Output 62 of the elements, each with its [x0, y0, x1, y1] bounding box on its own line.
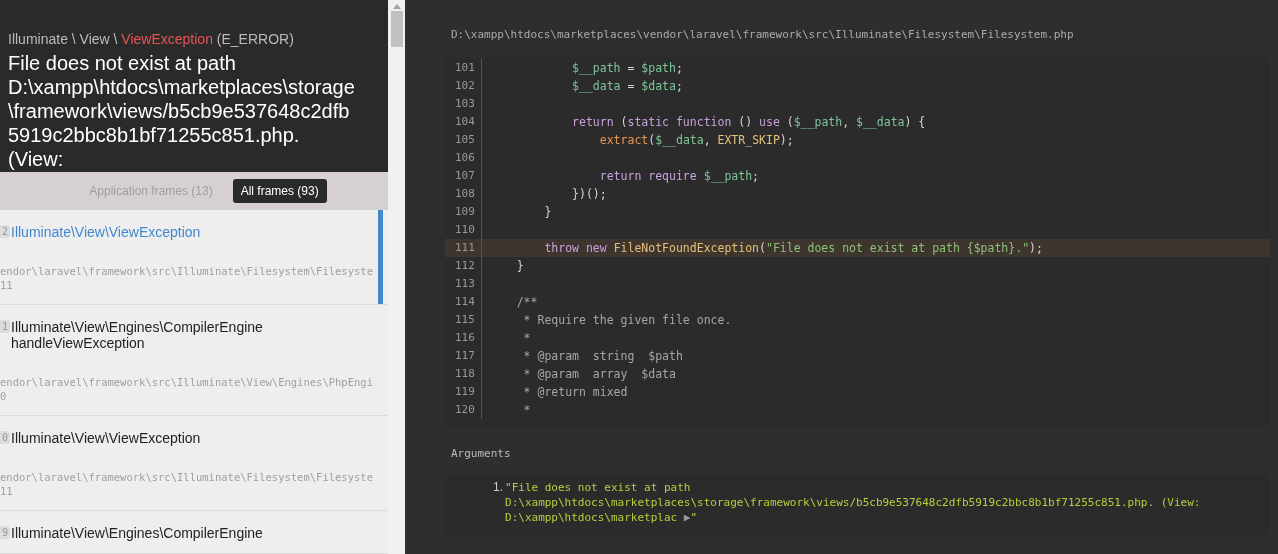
line-number: 113	[445, 275, 482, 293]
frame-path: endor\laravel\framework\src\Illuminate\Filesystem\Filesyste	[0, 264, 374, 278]
frame-line: 11	[0, 484, 14, 498]
code-line: extract($__data, EXTR_SKIP);	[598, 132, 794, 149]
exception-title: Illuminate \ View \ ViewException (E_ERROR)	[8, 30, 295, 48]
frames-tab[interactable]: All frames (93)	[232, 179, 327, 203]
code-line: return (static function () use ($__path, $__data) {	[571, 114, 926, 131]
argument-text: D:\xampp\htdocs\marketplac ▶"	[505, 510, 699, 525]
code-line: })();	[571, 186, 607, 203]
frame-path: endor\laravel\framework\src\Illuminate\View\Engines\PhpEngi	[0, 375, 374, 389]
code-line: $__path = $path;	[571, 60, 683, 77]
code-line: return require $__path;	[598, 168, 760, 185]
line-number: 112	[445, 257, 482, 275]
line-number: 116	[445, 329, 482, 347]
line-number: 106	[445, 149, 482, 167]
code-line: * @param string $path	[522, 348, 683, 365]
line-number: 103	[445, 95, 482, 113]
code-line: *	[522, 330, 531, 347]
code-line: }	[543, 204, 552, 221]
frame-method: handleViewException	[11, 335, 146, 351]
code-line: throw new FileNotFoundException("File does not exist at path {$path}.");	[543, 240, 1043, 257]
scroll-up-icon	[392, 4, 401, 9]
line-number: 115	[445, 311, 482, 329]
frame-number: 9	[0, 526, 11, 539]
code-line: /**	[515, 294, 538, 311]
line-number: 120	[445, 401, 482, 419]
frame-path: endor\laravel\framework\src\Illuminate\Filesystem\Filesyste	[0, 470, 374, 484]
code-line: *	[522, 402, 531, 419]
line-number: 105	[445, 131, 482, 149]
code-line: $__data = $data;	[571, 78, 683, 95]
line-number: 114	[445, 293, 482, 311]
frame-class: Illuminate\View\ViewException	[11, 430, 202, 446]
argument-text: D:\xampp\htdocs\marketplaces\storage\framework\views/b5cb9e537648c2dfb5919c2bbc8b1bf71255c851.php. (View:	[505, 495, 1201, 510]
code-line: }	[515, 258, 524, 275]
code-line: * @param array $data	[522, 366, 676, 383]
line-number: 108	[445, 185, 482, 203]
line-number: 119	[445, 383, 482, 401]
scrollbar-thumb[interactable]	[390, 11, 403, 47]
argument-index: 1.	[493, 480, 503, 496]
line-number: 118	[445, 365, 482, 383]
line-number: 102	[445, 77, 482, 95]
code-line: * Require the given file once.	[522, 312, 732, 329]
line-number: 117	[445, 347, 482, 365]
code-line: * @return mixed	[522, 384, 628, 401]
argument-text: "File does not exist at path	[505, 480, 692, 495]
frame-number: 0	[0, 431, 11, 444]
line-number: 109	[445, 203, 482, 221]
frame-class: Illuminate\View\ViewException	[11, 224, 202, 240]
line-number: 101	[445, 59, 482, 77]
expand-toggle[interactable]: ▶	[683, 511, 691, 524]
frame-line: 11	[0, 278, 14, 292]
exception-message: File does not exist at path D:\xampp\htdocs\marketplaces\storage\framework\views/b5cb9e537648c2dfb5919c2bbc8b1bf71255c851.php. (View:	[8, 51, 356, 171]
arguments-title: Arguments	[451, 447, 512, 460]
frame-class: Illuminate\View\Engines\CompilerEngine	[11, 319, 264, 335]
line-number: 111	[445, 239, 482, 257]
frame-number: 1	[0, 320, 11, 333]
line-number: 104	[445, 113, 482, 131]
frame-class: Illuminate\View\Engines\CompilerEngine	[11, 525, 264, 541]
file-path: D:\xampp\htdocs\marketplaces\vendor\laravel\framework\src\Illuminate\Filesystem\Filesystem.php	[451, 28, 1075, 41]
line-number: 107	[445, 167, 482, 185]
frame-number: 2	[0, 225, 11, 238]
frame-line: 0	[0, 389, 8, 403]
